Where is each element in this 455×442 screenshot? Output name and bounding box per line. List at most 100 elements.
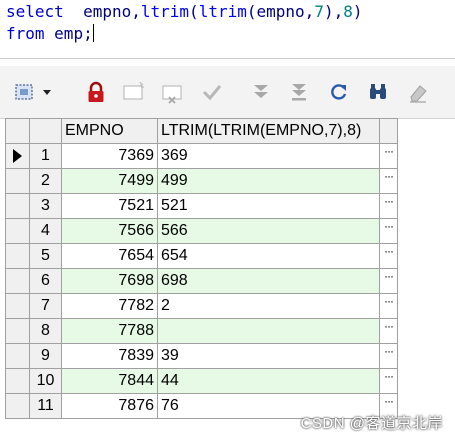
cell-ltrim[interactable]: [157, 318, 380, 344]
table-row[interactable]: 9 7839 39 ···: [5, 343, 398, 369]
row-indicator: [5, 243, 30, 269]
cell-empno[interactable]: 7876: [61, 393, 158, 419]
table-row[interactable]: 1 7369 369 ···: [5, 143, 398, 169]
row-indicator: [5, 268, 30, 294]
row-number-header: [29, 118, 62, 144]
cell-ellipsis-button[interactable]: ···: [379, 168, 398, 194]
cell-ellipsis-button[interactable]: ···: [379, 218, 398, 244]
semicolon: ;: [83, 24, 93, 43]
cell-empno[interactable]: 7844: [61, 368, 158, 394]
result-toolbar: [0, 66, 455, 119]
cell-empno[interactable]: 7566: [61, 218, 158, 244]
grid-corner: [5, 118, 30, 144]
cell-ellipsis-button[interactable]: ···: [379, 293, 398, 319]
cell-empno[interactable]: 7698: [61, 268, 158, 294]
row-indicator: [5, 343, 30, 369]
column-header-empno[interactable]: EMPNO: [61, 118, 158, 144]
cell-empno[interactable]: 7788: [61, 318, 158, 344]
cell-empno[interactable]: 7369: [61, 143, 158, 169]
sql-line-1: select empno,ltrim(ltrim(empno,7),8): [0, 1, 455, 23]
cell-ellipsis-button[interactable]: ···: [379, 318, 398, 344]
row-indicator: [5, 368, 30, 394]
argument-empno: empno: [256, 2, 305, 21]
dropdown-arrow-icon[interactable]: [38, 78, 56, 106]
sql-editor[interactable]: select empno,ltrim(ltrim(empno,7),8) fro…: [0, 0, 455, 53]
row-indicator: [5, 318, 30, 344]
new-record-icon[interactable]: [120, 78, 148, 106]
cell-ellipsis-button[interactable]: ···: [379, 343, 398, 369]
row-number: 4: [29, 218, 62, 244]
row-number: 7: [29, 293, 62, 319]
cell-empno[interactable]: 7839: [61, 343, 158, 369]
row-indicator: [5, 143, 30, 169]
column-header-ltrim[interactable]: LTRIM(LTRIM(EMPNO,7),8): [157, 118, 380, 144]
keyword-from: from: [6, 24, 45, 43]
row-number: 5: [29, 243, 62, 269]
row-number: 2: [29, 168, 62, 194]
cell-empno[interactable]: 7499: [61, 168, 158, 194]
keyword-select: select: [6, 2, 64, 21]
table-row[interactable]: 8 7788 ···: [5, 318, 398, 344]
current-row-arrow-icon: [13, 148, 22, 163]
cell-ltrim[interactable]: 499: [157, 168, 380, 194]
table-row[interactable]: 6 7698 698 ···: [5, 268, 398, 294]
cell-ellipsis-button[interactable]: ···: [379, 243, 398, 269]
find-icon[interactable]: [364, 78, 392, 106]
cell-ellipsis-button[interactable]: ···: [379, 143, 398, 169]
number-literal: 7: [314, 2, 324, 21]
text-caret: [92, 24, 94, 42]
function-ltrim-outer: ltrim: [140, 2, 190, 21]
paren-close: ): [352, 2, 363, 21]
cell-ellipsis-button[interactable]: ···: [379, 368, 398, 394]
grid-select-icon[interactable]: [10, 78, 38, 106]
cell-empno[interactable]: 7521: [61, 193, 158, 219]
row-number: 8: [29, 318, 62, 344]
paren-open: (: [189, 2, 199, 21]
lock-icon[interactable]: [82, 78, 110, 106]
column-header-filler: [379, 118, 398, 144]
row-number: 11: [29, 393, 62, 419]
table-emp: emp: [54, 24, 84, 43]
result-grid[interactable]: EMPNO LTRIM(LTRIM(EMPNO,7),8) 1 7369 369 ··…: [5, 118, 398, 419]
row-number: 1: [29, 143, 62, 169]
fetch-last-icon[interactable]: [285, 78, 313, 106]
row-indicator: [5, 168, 30, 194]
table-row[interactable]: 10 7844 44 ···: [5, 368, 398, 394]
cell-ltrim[interactable]: 44: [157, 368, 380, 394]
cell-ltrim[interactable]: 2: [157, 293, 380, 319]
cell-ltrim[interactable]: 369: [157, 143, 380, 169]
cell-ellipsis-button[interactable]: ···: [379, 193, 398, 219]
cell-ltrim[interactable]: 654: [157, 243, 380, 269]
table-row[interactable]: 4 7566 566 ···: [5, 218, 398, 244]
row-number: 6: [29, 268, 62, 294]
cell-ltrim[interactable]: 566: [157, 218, 380, 244]
comma: ,: [131, 2, 141, 21]
row-number: 3: [29, 193, 62, 219]
cell-ellipsis-button[interactable]: ···: [379, 268, 398, 294]
row-indicator: [5, 193, 30, 219]
table-row[interactable]: 3 7521 521 ···: [5, 193, 398, 219]
comma: ,: [304, 2, 315, 21]
grid-header-row: EMPNO LTRIM(LTRIM(EMPNO,7),8): [5, 118, 398, 144]
function-ltrim-inner: ltrim: [198, 2, 247, 21]
row-indicator: [5, 393, 30, 419]
table-row[interactable]: 7 7782 2 ···: [5, 293, 398, 319]
table-row[interactable]: 2 7499 499 ···: [5, 168, 398, 194]
post-check-icon[interactable]: [198, 78, 226, 106]
delete-record-icon[interactable]: [159, 78, 187, 106]
cell-ltrim[interactable]: 698: [157, 268, 380, 294]
editor-divider: [0, 58, 455, 59]
row-number: 9: [29, 343, 62, 369]
fetch-next-icon[interactable]: [247, 78, 275, 106]
refresh-icon[interactable]: [325, 78, 353, 106]
paren-open: (: [246, 2, 257, 21]
row-number: 10: [29, 368, 62, 394]
clear-icon[interactable]: [404, 78, 432, 106]
cell-ltrim[interactable]: 39: [157, 343, 380, 369]
table-row[interactable]: 5 7654 654 ···: [5, 243, 398, 269]
cell-empno[interactable]: 7782: [61, 293, 158, 319]
cell-empno[interactable]: 7654: [61, 243, 158, 269]
cell-ltrim[interactable]: 521: [157, 193, 380, 219]
